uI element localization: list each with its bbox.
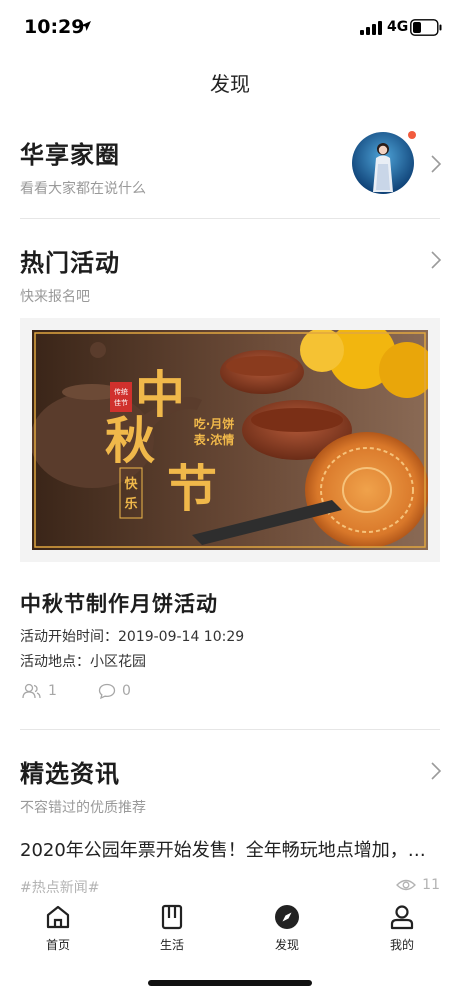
location-arrow-icon bbox=[81, 21, 91, 31]
activities-title: 热门活动 bbox=[20, 249, 120, 277]
people-icon bbox=[22, 683, 41, 699]
battery-icon bbox=[410, 19, 442, 36]
event-time-value: 2019-09-14 10:29 bbox=[118, 629, 245, 645]
tab-mine[interactable]: 我的 bbox=[362, 904, 442, 953]
comments-stat: 0 bbox=[98, 683, 131, 699]
status-bar: 10:29 4G bbox=[0, 0, 460, 56]
signal-icon bbox=[360, 21, 382, 35]
tab-home[interactable]: 首页 bbox=[18, 904, 98, 953]
event-time: 活动开始时间：2019-09-14 10:29 bbox=[20, 626, 244, 646]
event-place-label: 活动地点： bbox=[20, 654, 90, 670]
community-subtitle: 看看大家都在说什么 bbox=[20, 181, 146, 197]
event-title[interactable]: 中秋节制作月饼活动 bbox=[20, 588, 218, 618]
banner-seal-text-1: 传统 bbox=[114, 387, 128, 396]
status-time: 10:29 bbox=[24, 16, 85, 38]
avatar[interactable] bbox=[352, 132, 414, 194]
eye-icon bbox=[396, 879, 417, 891]
chevron-right-icon[interactable] bbox=[430, 250, 442, 270]
banner-joy-2: 乐 bbox=[124, 496, 137, 512]
activity-banner-card[interactable]: 传统 佳节 中 秋 节 吃·月饼 表·浓情 快 乐 bbox=[20, 318, 440, 562]
comment-icon bbox=[98, 683, 116, 699]
event-place-value: 小区花园 bbox=[90, 654, 146, 670]
tab-life-label: 生活 bbox=[159, 938, 184, 952]
divider bbox=[20, 729, 440, 730]
banner-char-jie: 节 bbox=[167, 459, 217, 518]
life-icon bbox=[161, 904, 183, 930]
banner-char-qiu: 秋 bbox=[105, 411, 155, 470]
chevron-right-icon[interactable] bbox=[430, 154, 442, 174]
participants-stat: 1 bbox=[22, 683, 57, 699]
news-tag[interactable]: #热点新闻# bbox=[20, 877, 99, 897]
event-place: 活动地点：小区花园 bbox=[20, 651, 146, 671]
news-views-count: 11 bbox=[422, 877, 440, 893]
activities-subtitle: 快来报名吧 bbox=[20, 289, 90, 305]
person-icon bbox=[390, 905, 414, 930]
divider bbox=[20, 218, 440, 219]
community-title: 华享家圈 bbox=[20, 141, 120, 169]
mid-autumn-banner: 传统 佳节 中 秋 节 吃·月饼 表·浓情 快 乐 bbox=[32, 330, 428, 550]
tab-life[interactable]: 生活 bbox=[132, 904, 212, 953]
participants-count: 1 bbox=[48, 683, 57, 699]
notification-dot bbox=[408, 131, 416, 139]
home-icon bbox=[46, 905, 70, 929]
banner-tagline-2: 表·浓情 bbox=[193, 432, 235, 447]
news-title: 精选资讯 bbox=[20, 760, 120, 788]
comments-count: 0 bbox=[122, 683, 131, 699]
news-views: 11 bbox=[396, 877, 440, 893]
news-subtitle: 不容错过的优质推荐 bbox=[20, 800, 146, 816]
avatar-image bbox=[352, 132, 414, 194]
banner-joy-1: 快 bbox=[124, 476, 138, 492]
tab-home-label: 首页 bbox=[45, 938, 70, 952]
news-section[interactable]: 精选资讯 不容错过的优质推荐 bbox=[20, 754, 146, 817]
news-headline[interactable]: 2020年公园年票开始发售！全年畅玩地点增加，… bbox=[20, 836, 440, 862]
banner-tagline-1: 吃·月饼 bbox=[194, 416, 235, 431]
tab-mine-label: 我的 bbox=[389, 938, 414, 952]
activities-section[interactable]: 热门活动 快来报名吧 bbox=[20, 243, 120, 306]
home-indicator bbox=[148, 980, 312, 986]
event-time-label: 活动开始时间： bbox=[20, 629, 118, 645]
banner-seal-text-2: 佳节 bbox=[114, 398, 128, 407]
tab-discover[interactable]: 发现 bbox=[247, 904, 327, 953]
page-title: 发现 bbox=[210, 72, 250, 96]
network-label: 4G bbox=[387, 19, 409, 35]
tab-discover-label: 发现 bbox=[274, 938, 299, 952]
compass-icon bbox=[275, 905, 299, 929]
chevron-right-icon[interactable] bbox=[430, 761, 442, 781]
community-section[interactable]: 华享家圈 看看大家都在说什么 bbox=[20, 135, 146, 198]
